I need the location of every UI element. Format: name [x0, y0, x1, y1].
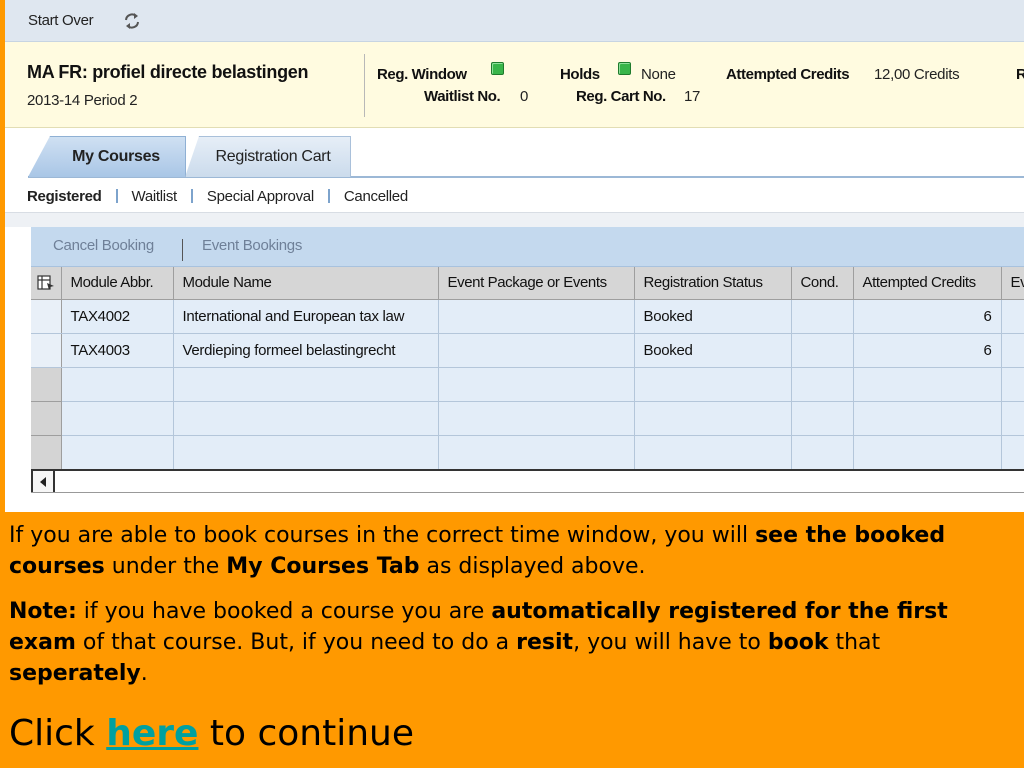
- continue-line: Click here to continue: [9, 713, 415, 754]
- subtab-registered[interactable]: Registered: [27, 188, 102, 205]
- sap-screenshot: Start Over MA FR: profiel directe belast…: [0, 0, 1024, 512]
- table-settings-cell[interactable]: [31, 267, 62, 300]
- column-header-cond[interactable]: Cond.: [791, 267, 854, 300]
- row-selector[interactable]: [31, 333, 62, 368]
- column-header-module-name[interactable]: Module Name: [173, 267, 439, 300]
- cell-module-name: Verdieping formeel belastingrecht: [173, 333, 439, 368]
- holds-value: None: [641, 66, 676, 83]
- subtab-separator: [190, 189, 193, 203]
- courses-table: Module Abbr. Module Name Event Package o…: [31, 267, 1024, 470]
- program-info-panel: MA FR: profiel directe belastingen 2013-…: [5, 42, 1024, 128]
- reg-window-label: Reg. Window: [377, 66, 467, 83]
- column-header-registration-status[interactable]: Registration Status: [634, 267, 792, 300]
- cancel-booking-button[interactable]: Cancel Booking: [53, 237, 154, 254]
- attempted-credits-label: Attempted Credits: [726, 66, 850, 83]
- cell-registration-status: Booked: [634, 333, 792, 368]
- top-toolbar: Start Over: [5, 0, 1024, 42]
- cell-ev: [1001, 333, 1024, 368]
- holds-label: Holds: [560, 66, 600, 83]
- reg-cart-no-value: 17: [684, 88, 701, 105]
- table-header-row: Module Abbr. Module Name Event Package o…: [31, 267, 1024, 300]
- waitlist-no-value: 0: [520, 88, 529, 105]
- table-row: TAX4003 Verdieping formeel belastingrech…: [31, 333, 1024, 368]
- tab-my-courses[interactable]: My Courses: [28, 136, 186, 177]
- subtab-separator: [327, 189, 330, 203]
- program-period: 2013-14 Period 2: [27, 92, 138, 109]
- program-title: MA FR: profiel directe belastingen: [27, 62, 309, 82]
- table-settings-icon[interactable]: [37, 275, 55, 291]
- scroll-left-arrow-icon[interactable]: [31, 471, 55, 492]
- cell-module-abbr: TAX4002: [61, 299, 174, 334]
- column-header-attempted-credits[interactable]: Attempted Credits: [853, 267, 1002, 300]
- waitlist-no-label: Waitlist No.: [424, 88, 501, 105]
- column-header-module-abbr[interactable]: Module Abbr.: [61, 267, 174, 300]
- instruction-paragraph: If you are able to book courses in the c…: [9, 523, 946, 579]
- cell-attempted-credits: 6: [853, 333, 1002, 368]
- holds-status-icon: [618, 62, 631, 75]
- empty-table-row: [31, 401, 1024, 436]
- cell-cond: [791, 333, 854, 368]
- row-selector: [31, 367, 62, 402]
- empty-table-row: [31, 435, 1024, 470]
- tab-registration-cart[interactable]: Registration Cart: [185, 136, 351, 177]
- cell-event-package: [438, 299, 635, 334]
- start-over-button[interactable]: Start Over: [28, 12, 94, 29]
- cell-event-package: [438, 333, 635, 368]
- row-selector: [31, 435, 62, 470]
- subtab-separator: [115, 189, 118, 203]
- reg-window-status-icon: [491, 62, 504, 75]
- instruction-text: If you are able to book courses in the c…: [9, 520, 1009, 703]
- cell-cond: [791, 299, 854, 334]
- courses-table-panel: Cancel Booking Event Bookings Module Abb…: [31, 227, 1024, 497]
- section-divider: [5, 212, 1024, 227]
- empty-table-row: [31, 367, 1024, 402]
- subtab-waitlist[interactable]: Waitlist: [132, 188, 178, 205]
- subtab-bar: Registered Waitlist Special Approval Can…: [27, 186, 408, 206]
- reg-cart-no-label: Reg. Cart No.: [576, 88, 666, 105]
- refresh-icon[interactable]: [122, 11, 142, 31]
- attempted-credits-value: 12,00 Credits: [874, 66, 960, 83]
- note-paragraph: Note: if you have booked a course you ar…: [9, 599, 948, 686]
- row-selector: [31, 401, 62, 436]
- info-separator: [364, 54, 365, 117]
- subtab-special-approval[interactable]: Special Approval: [207, 188, 314, 205]
- subtab-cancelled[interactable]: Cancelled: [344, 188, 408, 205]
- event-bookings-button[interactable]: Event Bookings: [202, 237, 302, 254]
- column-header-ev[interactable]: Ev: [1001, 267, 1024, 300]
- row-selector[interactable]: [31, 299, 62, 334]
- cell-registration-status: Booked: [634, 299, 792, 334]
- cell-ev: [1001, 299, 1024, 334]
- continue-here-link[interactable]: here: [106, 713, 198, 754]
- table-toolbar: Cancel Booking Event Bookings: [31, 227, 1024, 267]
- table-row: TAX4002 International and European tax l…: [31, 299, 1024, 334]
- cell-module-name: International and European tax law: [173, 299, 439, 334]
- column-header-event-package[interactable]: Event Package or Events: [438, 267, 635, 300]
- horizontal-scrollbar[interactable]: [31, 469, 1024, 493]
- toolbar-separator: [182, 239, 183, 261]
- cell-module-abbr: TAX4003: [61, 333, 174, 368]
- truncated-label: R: [1016, 66, 1024, 83]
- cell-attempted-credits: 6: [853, 299, 1002, 334]
- tabs-area: My Courses Registration Cart Registered …: [5, 128, 1024, 212]
